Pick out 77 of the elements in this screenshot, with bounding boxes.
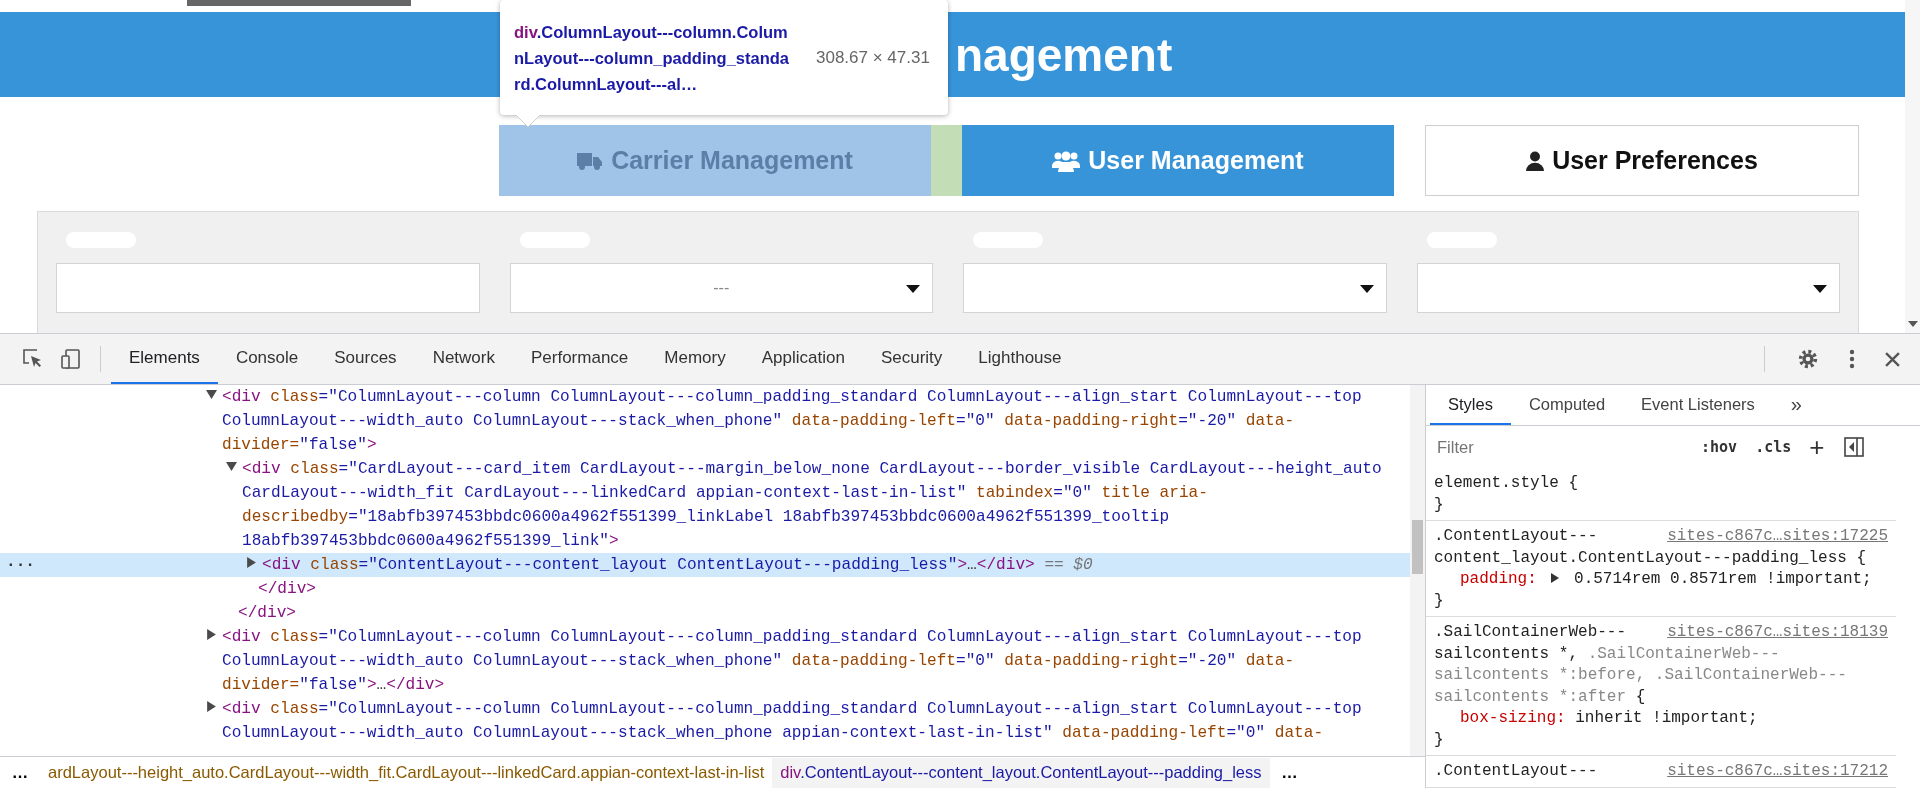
inspect-element-icon[interactable] <box>22 348 44 370</box>
devtools-tab[interactable]: Lighthouse <box>960 334 1080 384</box>
expand-triangle-icon[interactable] <box>1550 573 1561 583</box>
css-selector-line: sailcontents *, .SailContainerWeb--- <box>1434 643 1780 665</box>
css-property[interactable]: box-sizing: <box>1460 709 1566 727</box>
padding-highlight <box>931 125 962 196</box>
css-selector-line: sailcontents *:before, .SailContainerWeb--- <box>1434 665 1847 686</box>
source-link[interactable]: sites-c867c…sites:17225 <box>1667 526 1888 548</box>
element-size-text: 308.67 × 47.31 <box>816 47 930 68</box>
devtools-tab[interactable]: Memory <box>646 334 744 384</box>
css-selector-line: .ContentLayout--- <box>1434 526 1598 547</box>
scrollbar[interactable] <box>1410 385 1425 757</box>
source-link[interactable]: sites-c867c…sites:17212 <box>1667 761 1888 783</box>
sidebar-tab[interactable]: Styles <box>1430 385 1511 425</box>
scroll-down-icon[interactable] <box>1907 321 1918 327</box>
nav-card[interactable]: User Preferences <box>1425 125 1859 196</box>
devtools-tab[interactable]: Sources <box>316 334 415 384</box>
expand-triangle-icon[interactable] <box>206 629 217 640</box>
breadcrumb-item[interactable]: ardLayout---height_auto.CardLayout---width_fit.CardLayout---linkedCard.appian-context-last-in-list <box>40 757 773 788</box>
more-tabs-button[interactable]: » <box>1772 385 1820 425</box>
html-tag-text: <div class="ContentLayout---content_layout ContentLayout---padding_less">…</div> == $0 <box>262 556 1093 574</box>
devtools-tab[interactable]: Console <box>217 334 317 384</box>
sidebar-tab[interactable]: Computed <box>1510 385 1624 425</box>
toggle-sidebar-icon[interactable] <box>1844 437 1865 457</box>
css-selector-line: .ContentLayout--- <box>1434 761 1598 782</box>
dropdown-field[interactable]: --- <box>509 263 933 313</box>
page-title: nagement <box>955 27 1173 82</box>
source-link[interactable]: sites-c867c…sites:18139 <box>1667 622 1888 644</box>
css-selector-line: sailcontents *:after { <box>1434 686 1646 708</box>
html-tag-text: </div> <box>258 580 316 598</box>
html-tag-text: <div class="ColumnLayout---column ColumnLayout---column_padding_standard ColumnLayout---align_start ColumnLayout---top ColumnLayout---width_auto ColumnLayout---stack_when_phone" data-padding-left="0" data-padding-right="-20" data-divider="false"> <box>222 388 1362 454</box>
dropdown-field[interactable] <box>1416 263 1840 313</box>
dropdown-field[interactable] <box>963 263 1387 313</box>
closing-brace: } <box>1434 495 1444 514</box>
breadcrumb-more[interactable]: … <box>0 763 40 783</box>
css-selector-line: content_layout.ContentLayout---padding_less { <box>1434 547 1867 569</box>
users-icon <box>1052 149 1081 172</box>
device-toolbar-icon[interactable] <box>60 348 82 370</box>
html-tag-text: <div class="CardLayout---card_item CardLayout---margin_below_none CardLayout---border_visible CardLayout---height_auto CardLayout---width_fit CardLayout---linkedCard appian-context-last-in-list" tabindex="0" title aria-describedby="18abfb397453bbdc0600a4962f551399_linkLabel 18abfb397453bbdc0600a4962f551399_tooltip 18abfb397453bbdc0600a4962f551399_link"> <box>242 460 1382 550</box>
caret-icon <box>1813 285 1827 293</box>
css-selector-line: .SailContainerWeb--- <box>1434 622 1627 643</box>
devtools-tab[interactable]: Performance <box>513 334 647 384</box>
closing-brace: } <box>1434 591 1444 610</box>
close-icon[interactable] <box>1885 351 1900 367</box>
new-rule-button[interactable]: + <box>1803 431 1831 463</box>
css-value[interactable]: 0.5714rem 0.8571rem !important; <box>1574 570 1872 588</box>
expand-triangle-icon[interactable] <box>206 389 217 400</box>
breadcrumb-item[interactable]: div.ContentLayout---content_layout.ContentLayout---padding_less <box>772 757 1270 788</box>
expand-triangle-icon[interactable] <box>206 701 217 712</box>
element-selector-text: div.ColumnLayout---column.ColumnLayout---column_padding_standard.ColumnLayout---al… <box>514 21 790 95</box>
expand-triangle-icon[interactable] <box>246 557 257 568</box>
scroll-thumb[interactable] <box>1412 520 1423 574</box>
css-selector-line: element.style { <box>1434 473 1579 494</box>
truck-icon <box>577 150 604 171</box>
html-tag-text: </div> <box>238 604 296 622</box>
closing-brace: } <box>1434 730 1444 749</box>
caret-icon <box>906 285 920 293</box>
row-menu-dots[interactable]: ··· <box>6 553 35 577</box>
user-icon <box>1526 149 1545 172</box>
settings-icon[interactable] <box>1797 348 1819 370</box>
scrollbar[interactable] <box>1905 0 1920 333</box>
devtools-tab[interactable]: Security <box>862 334 961 384</box>
class-button[interactable]: .cls <box>1749 438 1798 456</box>
dom-tree-row[interactable]: ··· <div class="ContentLayout---content_layout ContentLayout---padding_less">…</div> == $0 <box>0 553 1410 577</box>
expand-triangle-icon[interactable] <box>226 461 237 472</box>
more-options-icon[interactable] <box>1849 349 1855 369</box>
hover-state-button[interactable]: :hov <box>1695 438 1744 456</box>
devtools-tab[interactable]: Network <box>414 334 513 384</box>
caret-icon <box>1359 285 1374 293</box>
css-property[interactable]: padding: <box>1460 570 1537 588</box>
breadcrumb-more[interactable]: … <box>1269 763 1310 783</box>
text-field[interactable] <box>56 263 480 313</box>
sidebar-tab[interactable]: Event Listeners <box>1623 385 1773 425</box>
devtools-tab[interactable]: Application <box>743 334 863 384</box>
html-tag-text: <div class="ColumnLayout---column ColumnLayout---column_padding_standard ColumnLayout---align_start ColumnLayout---top ColumnLayout---width_auto ColumnLayout---stack_when_phone appian-context-last-in-list" data-padding-left="0" data- <box>222 700 1362 742</box>
css-value[interactable]: inherit !important; <box>1575 709 1758 727</box>
html-tag-text: <div class="ColumnLayout---column ColumnLayout---column_padding_standard ColumnLayout---align_start ColumnLayout---top ColumnLayout---width_auto ColumnLayout---stack_when_phone" data-padding-left="0" data-padding-right="-20" data-divider="false">…</div> <box>222 628 1362 694</box>
